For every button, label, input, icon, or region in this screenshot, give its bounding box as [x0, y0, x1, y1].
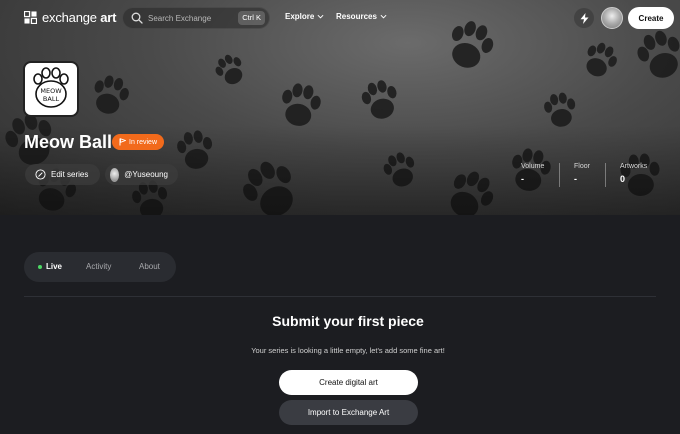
stat-label: Floor: [574, 163, 590, 170]
create-button[interactable]: Create: [628, 7, 674, 29]
stat-value: -: [521, 174, 524, 184]
nav-explore-label: Explore: [285, 12, 315, 21]
empty-state-subtitle: Your series is looking a little empty, l…: [251, 346, 445, 355]
owner-profile-link[interactable]: @Yuseoung: [105, 164, 178, 185]
edit-icon: [35, 169, 46, 180]
svg-text:BALL: BALL: [43, 95, 60, 103]
nav-resources-label: Resources: [336, 12, 377, 21]
series-tabs: Live Activity About: [24, 252, 176, 282]
section-divider: [24, 296, 656, 297]
series-title: Meow Ball: [24, 132, 113, 152]
nav-explore[interactable]: Explore: [285, 12, 324, 21]
tab-live[interactable]: Live: [46, 262, 62, 271]
nav-resources[interactable]: Resources: [336, 12, 387, 21]
import-button[interactable]: Import to Exchange Art: [279, 400, 418, 425]
stat-label: Artworks: [620, 163, 648, 170]
logo-text-light: exchange: [42, 10, 97, 25]
create-digital-art-button[interactable]: Create digital art: [279, 370, 418, 395]
series-thumbnail: MEOW BALL: [23, 61, 79, 117]
exchange-art-logo[interactable]: exchange art: [24, 10, 116, 25]
user-avatar[interactable]: [601, 7, 623, 29]
owner-handle: @Yuseoung: [124, 170, 168, 179]
activity-button[interactable]: [574, 8, 594, 28]
stat-value: 0: [620, 174, 626, 184]
edit-series-label: Edit series: [51, 170, 89, 179]
top-navigation-bar: exchange art Ctrl K Explore Resources Cr…: [0, 0, 680, 36]
empty-state-title: Submit your first piece: [272, 313, 424, 329]
stat-floor: Floor -: [574, 163, 590, 184]
chevron-down-icon: [380, 14, 387, 19]
edit-series-button[interactable]: Edit series: [25, 164, 100, 185]
svg-text:MEOW: MEOW: [40, 87, 62, 95]
status-badge: In review: [112, 134, 165, 150]
stat-label: Volume: [521, 163, 545, 170]
stat-artworks: Artworks 0: [620, 163, 647, 184]
flag-icon: [119, 138, 126, 146]
owner-avatar: [110, 167, 120, 182]
search-icon: [131, 12, 143, 24]
tab-about[interactable]: About: [139, 262, 160, 271]
search-shortcut-hint: Ctrl K: [238, 11, 265, 25]
stat-volume: Volume -: [521, 163, 544, 184]
stat-divider: [605, 163, 606, 187]
tab-activity[interactable]: Activity: [86, 262, 111, 271]
search-box[interactable]: Ctrl K: [122, 7, 270, 29]
stat-divider: [559, 163, 560, 187]
lightning-icon: [580, 12, 588, 24]
live-indicator-dot: [38, 265, 42, 269]
meow-ball-artwork: MEOW BALL: [33, 67, 69, 108]
stat-value: -: [574, 174, 577, 184]
logo-text-bold: art: [100, 10, 117, 25]
chevron-down-icon: [317, 14, 324, 19]
search-input[interactable]: [148, 13, 236, 23]
logo-icon: [24, 11, 37, 24]
status-badge-label: In review: [129, 138, 158, 146]
